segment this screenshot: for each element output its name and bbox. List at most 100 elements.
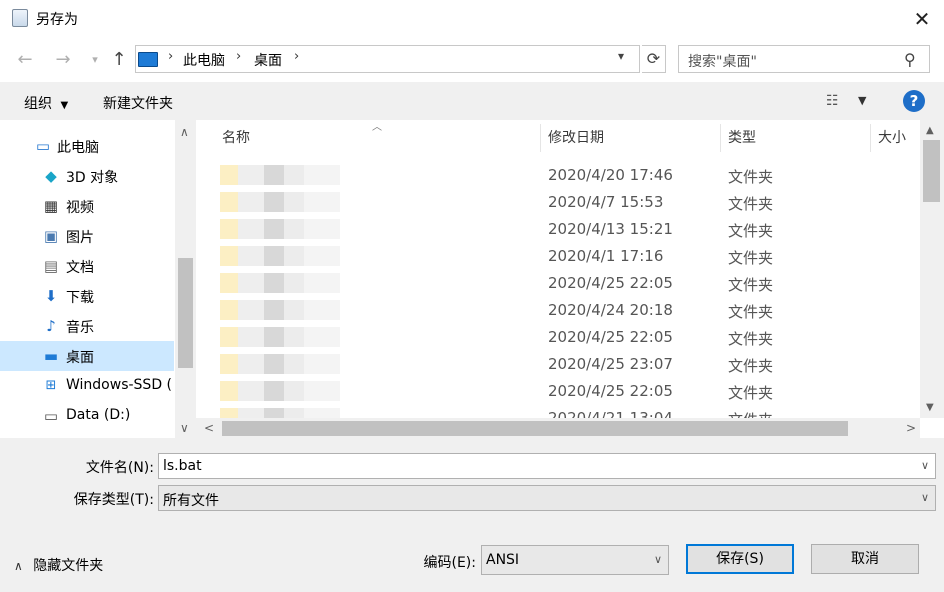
scroll-down-icon[interactable]: ∨ [180,421,189,435]
row-date: 2020/4/1 17:16 [548,247,664,265]
search-icon[interactable]: ⚲ [904,50,916,69]
table-row[interactable]: 2020/4/24 20:18 文件夹 [196,297,920,324]
close-button[interactable]: ✕ [906,4,938,34]
filename-field[interactable]: ls.bat ∨ [158,453,936,479]
sort-asc-icon: ︿ [372,122,382,133]
row-type: 文件夹 [728,357,774,375]
table-row[interactable]: 2020/4/1 17:16 文件夹 [196,243,920,270]
up-button[interactable]: ↑ [106,46,132,74]
folder-icon [220,354,340,374]
row-date: 2020/4/25 23:07 [548,355,673,373]
sidebar-item-label: 桌面 [66,350,94,366]
column-header-size[interactable]: 大小 [878,127,906,147]
title-bar: 另存为 ✕ [0,0,944,38]
sidebar-item-music[interactable]: ♪ 音乐 [0,311,174,341]
computer-icon [138,52,158,67]
folder-icon [220,165,340,185]
column-divider[interactable] [720,124,721,152]
view-dropdown-icon[interactable]: ▼ [858,94,866,107]
sidebar-item-windows-ssd[interactable]: ⊞ Windows-SSD ( [0,371,174,401]
sidebar-item-documents[interactable]: ▤ 文档 [0,251,174,281]
forward-button[interactable]: → [50,46,76,74]
toolbar: 组织 ▼ 新建文件夹 ☷ ▼ ? [0,82,944,120]
table-row[interactable]: 2020/4/20 17:46 文件夹 [196,162,920,189]
pictures-icon: ▣ [43,227,59,245]
sidebar-item-downloads[interactable]: ⬇ 下载 [0,281,174,311]
view-options-icon[interactable]: ☷ [826,93,839,109]
sidebar-item-this-pc[interactable]: ▭ 此电脑 [0,131,174,161]
search-box[interactable]: 搜索"桌面" ⚲ [678,45,930,73]
computer-icon: ▭ [35,137,51,155]
sidebar-item-label: 下载 [66,290,94,306]
column-header-date[interactable]: 修改日期 [548,127,604,147]
sidebar-item-videos[interactable]: ▦ 视频 [0,191,174,221]
column-header-type[interactable]: 类型 [728,127,756,147]
filename-value: ls.bat [163,458,202,474]
row-date: 2020/4/25 22:05 [548,274,673,292]
hide-folders-toggle[interactable]: ∧ 隐藏文件夹 [14,555,103,575]
column-divider[interactable] [870,124,871,152]
row-type: 文件夹 [728,168,774,186]
refresh-button[interactable]: ⟳ [642,45,666,73]
table-row[interactable]: 2020/4/25 23:07 文件夹 [196,351,920,378]
table-row[interactable]: 2020/4/25 22:05 文件夹 [196,378,920,405]
cancel-button[interactable]: 取消 [811,544,919,574]
scroll-up-icon[interactable]: ▲ [926,125,934,136]
encoding-select[interactable]: ANSI ∨ [481,545,669,575]
table-row[interactable]: 2020/4/13 15:21 文件夹 [196,216,920,243]
chevron-right-icon[interactable]: › [294,49,299,64]
organize-button[interactable]: 组织 ▼ [24,93,68,113]
search-input[interactable]: 搜索"桌面" [688,51,757,71]
sidebar-item-label: 视频 [66,200,94,216]
sidebar-item-label: 文档 [66,260,94,276]
row-date: 2020/4/25 22:05 [548,382,673,400]
filetype-select[interactable]: 所有文件 ∨ [158,485,936,511]
sidebar-item-desktop[interactable]: ▬ 桌面 [0,341,174,371]
refresh-icon: ⟳ [646,49,661,68]
sidebar-item-pictures[interactable]: ▣ 图片 [0,221,174,251]
sidebar-item-label: 音乐 [66,320,94,336]
scroll-right-icon[interactable]: > [906,421,916,435]
column-divider[interactable] [540,124,541,152]
save-button[interactable]: 保存(S) [686,544,794,574]
desktop-icon: ▬ [43,347,59,365]
scroll-left-icon[interactable]: < [204,421,214,435]
scroll-up-icon[interactable]: ∧ [180,125,189,139]
table-row[interactable]: 2020/4/21 13:04 文件夹 [196,405,920,418]
filename-label: 文件名(N): [85,460,154,476]
new-folder-button[interactable]: 新建文件夹 [103,93,173,113]
vertical-scroll-thumb[interactable] [923,140,940,202]
sidebar-item-data-d[interactable]: ▭ Data (D:) [0,401,174,431]
breadcrumb-desktop[interactable]: 桌面 [254,50,282,70]
row-type: 文件夹 [728,195,774,213]
column-header-name[interactable]: 名称 [222,127,250,147]
address-bar[interactable]: › 此电脑 › 桌面 › ▾ [135,45,640,73]
breadcrumb-this-pc[interactable]: 此电脑 [183,50,225,70]
chevron-down-icon: ▾ [92,53,98,66]
sidebar-item-3d-objects[interactable]: ◆ 3D 对象 [0,161,174,191]
chevron-right-icon[interactable]: › [236,49,241,64]
folder-icon [220,192,340,212]
up-arrow-icon: ↑ [111,49,127,70]
scroll-down-icon[interactable]: ▼ [926,402,934,413]
sidebar-scroll-thumb[interactable] [178,258,193,368]
chevron-right-icon[interactable]: › [168,49,173,64]
sidebar-item-label: Windows-SSD ( [66,377,173,393]
chevron-down-icon[interactable]: ∨ [921,459,929,472]
folder-icon [220,219,340,239]
hide-folders-label: 隐藏文件夹 [33,558,104,574]
folder-icon [220,273,340,293]
help-icon[interactable]: ? [903,90,925,112]
table-row[interactable]: 2020/4/7 15:53 文件夹 [196,189,920,216]
chevron-down-icon[interactable]: ∨ [921,491,929,504]
address-dropdown-icon[interactable]: ▾ [618,49,624,63]
encoding-label: 编码(E): [423,555,477,571]
table-row[interactable]: 2020/4/25 22:05 文件夹 [196,270,920,297]
recent-locations-button[interactable]: ▾ [82,46,108,74]
chevron-down-icon[interactable]: ∨ [654,553,662,566]
horizontal-scroll-thumb[interactable] [222,421,848,436]
folder-icon [220,327,340,347]
folder-icon [220,381,340,401]
table-row[interactable]: 2020/4/25 22:05 文件夹 [196,324,920,351]
back-button[interactable]: ← [12,46,38,74]
